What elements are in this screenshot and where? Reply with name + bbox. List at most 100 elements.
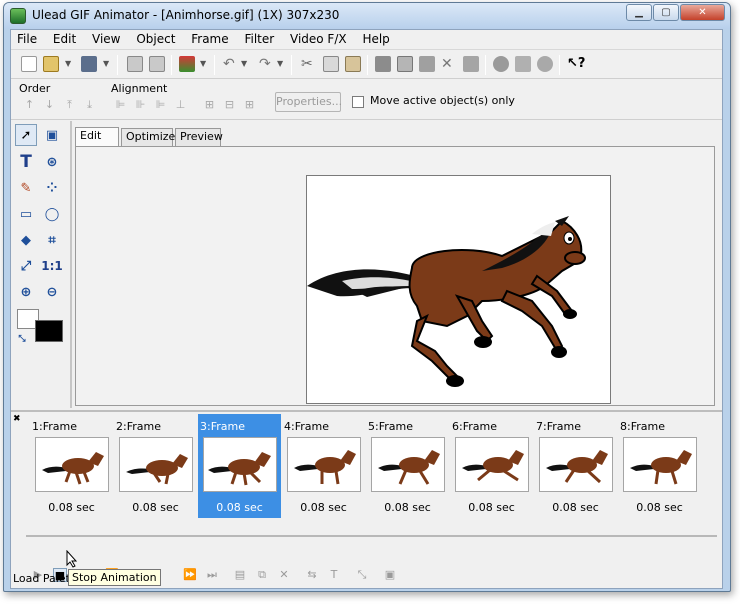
align-top-icon[interactable]: ⊥ [174,99,187,111]
frame-item[interactable]: 5:Frame 0.08 sec [366,414,449,518]
crop-tool-icon[interactable]: ⌗ [41,229,63,251]
menu-frame[interactable]: Frame [185,30,234,50]
toolbar-separator [214,55,215,75]
send-to-back-icon[interactable]: ⤓ [83,99,96,111]
open-icon[interactable] [43,56,59,72]
move-active-checkbox[interactable] [352,96,364,108]
close-panel-icon[interactable]: ✖ [13,414,21,424]
client-area: File Edit View Object Frame Filter Video… [10,29,723,589]
frame-thumbnail [455,437,529,492]
frame-thumbnail [539,437,613,492]
frames-scrollbar[interactable] [26,535,717,537]
resize-icon[interactable]: ✕ [441,56,457,72]
eraser-tool-icon[interactable]: ▭ [15,203,37,225]
tools-panel: ➚ ▣ T ⊛ ✎ ⁘ ▭ ◯ ◆ ⌗ ⤢ 1:1 ⊕ ⊖ ⤡ [11,121,72,408]
crop-icon[interactable] [419,56,435,72]
zoom-in-tool-icon[interactable]: ⊕ [15,281,37,303]
minimize-button[interactable]: ▁ [626,4,652,21]
undo-dropdown-icon[interactable]: ▼ [241,56,249,72]
bring-forward-icon[interactable]: ↑ [23,99,36,111]
menu-object[interactable]: Object [130,30,181,50]
tab-edit[interactable]: Edit [75,127,119,146]
text-tool-icon[interactable]: T [15,151,37,173]
frame-properties-icon[interactable] [397,56,413,72]
align-center-icon[interactable]: ⊪ [134,99,147,111]
send-backward-icon[interactable]: ↓ [43,99,56,111]
save-dropdown-icon[interactable]: ▼ [103,56,111,72]
zoom-out-tool-icon[interactable]: ⊖ [41,281,63,303]
toolbar-separator [171,55,172,75]
save-icon[interactable] [81,56,97,72]
pick-tool-icon[interactable]: ➚ [15,124,37,146]
menu-view[interactable]: View [86,30,126,50]
horse-image [307,216,586,387]
color-dropdown-icon[interactable]: ▼ [200,56,208,72]
standard-toolbar: ▼ ▼ ▼ ↶ ▼ ↷ ▼ ✂ ✕ ↖? [11,51,722,79]
alignment-label: Alignment [111,82,168,95]
actual-size-tool-icon[interactable]: 1:1 [41,255,63,277]
frame-thumbnail [623,437,697,492]
frame-item[interactable]: 7:Frame 0.08 sec [534,414,617,518]
magic-wand-tool-icon[interactable]: ⁘ [41,177,63,199]
frames-panel: ✖ 1:Frame 0.08 sec 2:Frame 0.08 sec 3:Fr… [11,410,722,563]
rotate-icon[interactable] [463,56,479,72]
marquee-tool-icon[interactable]: ▣ [41,124,63,146]
menu-file[interactable]: File [11,30,43,50]
cut-icon[interactable]: ✂ [301,56,317,72]
copy-icon[interactable] [323,56,339,72]
tab-preview[interactable]: Preview [175,128,223,146]
menu-filter[interactable]: Filter [238,30,280,50]
add-video-icon[interactable] [149,56,165,72]
window-title: Ulead GIF Animator - [Animhorse.gif] (1X… [32,8,340,22]
undo-icon[interactable]: ↶ [223,56,239,72]
frame-thumbnail [287,437,361,492]
maximize-button[interactable]: ▢ [653,4,679,21]
toolbar-separator [367,55,368,75]
swap-colors-icon[interactable]: ⤡ [15,332,29,346]
object-toolbar: Order Alignment ↑ ↓ ⤒ ⤓ ⊫ ⊪ ⊫ ⊥ ⊞ ⊟ ⊞ Pr… [11,80,722,120]
frame-item[interactable]: 2:Frame 0.08 sec [114,414,197,518]
export-icon[interactable] [515,56,531,72]
add-image-icon[interactable] [127,56,143,72]
properties-button[interactable]: Properties... [275,92,342,112]
align-middle-icon[interactable]: ⊞ [203,99,216,111]
new-icon[interactable] [21,56,37,72]
frame-item[interactable]: 1:Frame 0.08 sec [30,414,113,518]
context-help-icon[interactable]: ↖? [567,56,585,72]
frame-item[interactable]: 6:Frame 0.08 sec [450,414,533,518]
frame-item[interactable]: 8:Frame 0.08 sec [618,414,701,518]
animation-canvas[interactable] [306,175,611,404]
web-icon[interactable] [537,56,553,72]
menu-video-fx[interactable]: Video F/X [284,30,353,50]
tooltip: Stop Animation [68,569,161,586]
redo-icon[interactable]: ↷ [259,56,275,72]
fill-tool-icon[interactable]: ◆ [15,229,37,251]
status-text: Load Palet [13,572,70,585]
menu-edit[interactable]: Edit [47,30,82,50]
align-right-icon[interactable]: ⊫ [154,99,167,111]
align-left-icon[interactable]: ⊫ [114,99,127,111]
frame-item[interactable]: 4:Frame 0.08 sec [282,414,365,518]
frame-item-selected[interactable]: 3:Frame 0.08 sec [198,414,281,518]
paste-icon[interactable] [345,56,361,72]
close-button[interactable]: ✕ [680,4,725,21]
tab-optimize[interactable]: Optimize [121,128,175,146]
open-dropdown-icon[interactable]: ▼ [65,56,73,72]
distribute-icon[interactable]: ⊞ [243,99,256,111]
lasso-tool-icon[interactable]: ◯ [41,203,63,225]
foreground-color-swatch[interactable] [35,320,63,342]
redo-dropdown-icon[interactable]: ▼ [277,56,285,72]
align-bottom-icon[interactable]: ⊟ [223,99,236,111]
menu-help[interactable]: Help [356,30,395,50]
toolbar-separator [117,55,118,75]
transform-tool-icon[interactable]: ⊛ [41,151,63,173]
eyedropper-tool-icon[interactable]: ⤢ [15,255,37,277]
brush-tool-icon[interactable]: ✎ [15,177,37,199]
bring-to-front-icon[interactable]: ⤒ [63,99,76,111]
app-icon [10,8,26,24]
frame-icon[interactable] [375,56,391,72]
color-picker-icon[interactable] [179,56,195,72]
menu-bar: File Edit View Object Frame Filter Video… [11,30,722,50]
optimize-icon[interactable] [493,56,509,72]
toolbar-separator [291,55,292,75]
